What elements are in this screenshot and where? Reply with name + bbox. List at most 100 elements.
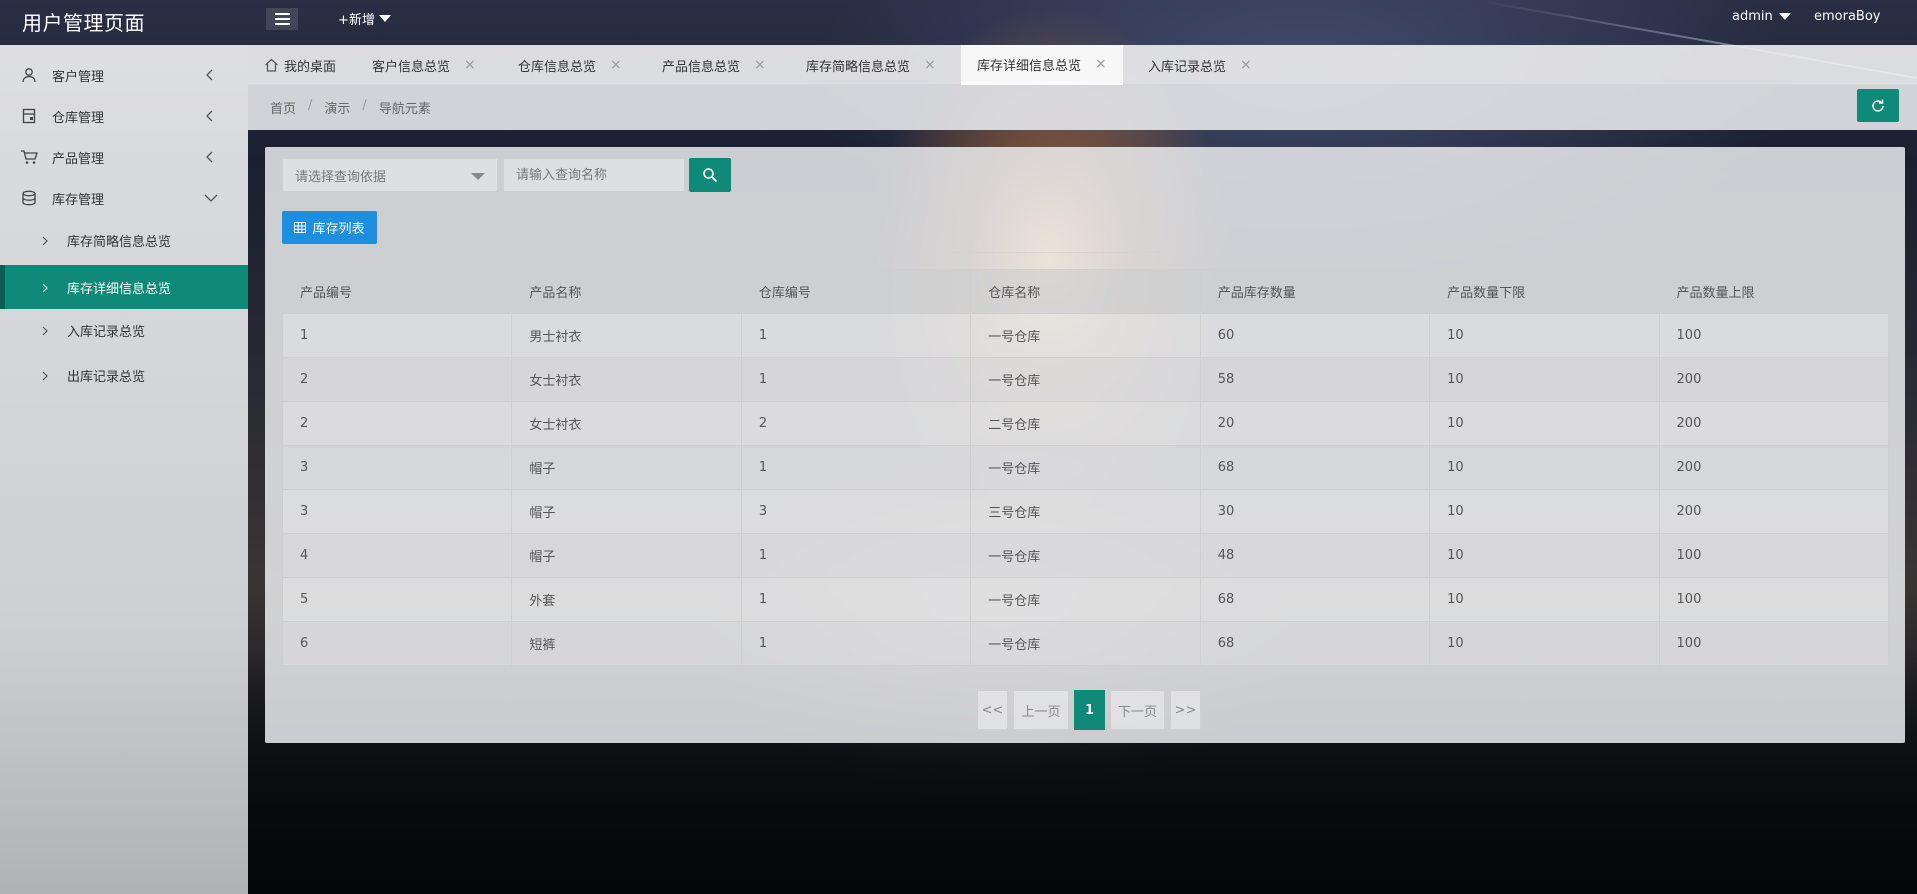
table-cell: 1 <box>740 577 972 622</box>
table-cell: 200 <box>1658 401 1890 446</box>
cart-icon <box>20 148 38 166</box>
table-cell: 10 <box>1429 577 1660 622</box>
table-cell: 一号仓库 <box>970 357 1201 402</box>
tab-label: 我的桌面 <box>284 59 337 75</box>
table-cell: 1 <box>740 621 972 666</box>
table-cell: 100 <box>1658 533 1890 578</box>
column-header: 产品库存数量 <box>1199 269 1431 314</box>
home-icon <box>264 58 279 72</box>
table-cell: 一号仓库 <box>970 445 1201 490</box>
user-icon <box>20 66 38 84</box>
close-icon[interactable]: × <box>754 57 766 73</box>
table-cell: 1 <box>740 313 972 358</box>
table-cell: 10 <box>1429 445 1660 490</box>
close-icon[interactable]: × <box>610 57 622 73</box>
table-cell: 2 <box>281 357 513 402</box>
table-cell: 20 <box>1199 401 1431 446</box>
refresh-button[interactable] <box>1857 89 1899 122</box>
table-cell: 100 <box>1658 621 1890 666</box>
table-cell: 三号仓库 <box>970 489 1201 534</box>
breadcrumb: 首页 / 演示 / 导航元素 <box>270 98 431 117</box>
table-cell: 10 <box>1429 357 1660 402</box>
sidebar-item-products[interactable]: 产品管理 <box>0 140 248 174</box>
sidebar-subitem-label: 入库记录总览 <box>67 324 146 340</box>
column-header: 产品名称 <box>511 269 742 314</box>
caret-down-icon <box>378 15 391 22</box>
close-icon[interactable]: × <box>1240 57 1252 73</box>
inventory-table: 产品编号 产品名称 仓库编号 仓库名称 产品库存数量 产品数量下限 产品数量上限… <box>281 269 1890 666</box>
inventory-panel: 请选择查询依据 库存列表 产品编号 产品名称 仓库编号 仓库名称 产品库存数量 … <box>265 147 1905 743</box>
sidebar-subitem-inventory-summary[interactable]: 库存简略信息总览 <box>0 220 248 260</box>
close-icon[interactable]: × <box>464 57 476 73</box>
sidebar-subitem-inventory-detail[interactable]: 库存详细信息总览 <box>0 265 248 309</box>
sidebar-item-inventory[interactable]: 库存管理 <box>0 181 248 215</box>
new-menu-label: +新增 <box>338 13 375 28</box>
breadcrumb-separator: / <box>308 98 313 113</box>
hamburger-icon <box>274 18 290 20</box>
new-menu[interactable]: +新增 <box>338 9 391 28</box>
column-header: 仓库编号 <box>740 269 972 314</box>
menu-toggle-button[interactable] <box>266 8 298 30</box>
tab-label: 库存简略信息总览 <box>806 59 911 75</box>
table-row: 6 短裤 1 一号仓库 68 10 100 <box>281 621 1890 666</box>
tab-inventory-detail[interactable]: 库存详细信息总览 × <box>961 45 1123 85</box>
refresh-icon <box>1870 98 1886 114</box>
page-number-button[interactable]: 1 <box>1074 690 1105 730</box>
breadcrumb-item: 导航元素 <box>378 102 431 117</box>
table-cell: 60 <box>1199 313 1431 358</box>
table-cell: 帽子 <box>511 445 742 490</box>
breadcrumb-item[interactable]: 演示 <box>324 98 350 117</box>
user-menu[interactable]: admin <box>1732 9 1791 24</box>
first-page-button[interactable]: << <box>977 690 1008 730</box>
breadcrumb-separator: / <box>362 98 367 113</box>
last-page-button[interactable]: >> <box>1170 690 1201 730</box>
sidebar-subitem-outbound-records[interactable]: 出库记录总览 <box>0 355 248 395</box>
tab-label: 库存详细信息总览 <box>977 58 1082 74</box>
tab-bar: 我的桌面 客户信息总览 × 仓库信息总览 × 产品信息总览 × 库存简略信息总览… <box>248 45 1917 85</box>
table-cell: 帽子 <box>511 533 742 578</box>
inventory-list-button[interactable]: 库存列表 <box>282 211 377 244</box>
table-cell: 1 <box>740 357 972 402</box>
table-cell: 2 <box>740 401 972 446</box>
username[interactable]: emoraBoy <box>1814 9 1881 24</box>
table-body: 1 男士衬衣 1 一号仓库 60 10 100 2 女士衬衣 1 一号仓库 58 10 200 2 女士衬衣 2… <box>281 313 1890 666</box>
column-header: 产品数量上限 <box>1658 269 1890 314</box>
tab-inbound-records[interactable]: 入库记录总览 × <box>1148 45 1252 85</box>
tab-customer-overview[interactable]: 客户信息总览 × <box>372 45 476 85</box>
close-icon[interactable]: × <box>924 57 936 73</box>
tab-inventory-summary[interactable]: 库存简略信息总览 × <box>806 45 936 85</box>
table-row: 2 女士衬衣 1 一号仓库 58 10 200 <box>281 357 1890 402</box>
table-cell: 帽子 <box>511 489 742 534</box>
chevron-left-icon <box>204 110 216 122</box>
table-cell: 3 <box>281 445 513 490</box>
search-icon <box>702 167 718 183</box>
close-icon[interactable]: × <box>1095 56 1107 72</box>
search-button[interactable] <box>689 158 731 192</box>
column-header: 产品数量下限 <box>1429 269 1660 314</box>
tab-product-overview[interactable]: 产品信息总览 × <box>662 45 766 85</box>
query-criteria-select[interactable]: 请选择查询依据 <box>282 158 498 192</box>
next-page-button[interactable]: 下一页 <box>1110 690 1165 730</box>
table-cell: 二号仓库 <box>970 401 1201 446</box>
sidebar-item-warehouses[interactable]: 仓库管理 <box>0 99 248 133</box>
query-name-input[interactable] <box>503 158 685 192</box>
table-cell: 58 <box>1199 357 1431 402</box>
sidebar-subitem-inbound-records[interactable]: 入库记录总览 <box>0 310 248 350</box>
table-cell: 女士衬衣 <box>511 401 742 446</box>
sidebar-item-customers[interactable]: 客户管理 <box>0 58 248 92</box>
table-cell: 10 <box>1429 533 1660 578</box>
breadcrumb-item[interactable]: 首页 <box>270 98 296 117</box>
sidebar-item-label: 仓库管理 <box>52 110 105 126</box>
chevron-left-icon <box>204 69 216 81</box>
app-title: 用户管理页面 <box>22 11 145 35</box>
table-cell: 10 <box>1429 621 1660 666</box>
table-cell: 200 <box>1658 357 1890 402</box>
table-cell: 6 <box>281 621 513 666</box>
table-cell: 一号仓库 <box>970 313 1201 358</box>
table-cell: 男士衬衣 <box>511 313 742 358</box>
sidebar-subitem-label: 库存详细信息总览 <box>67 281 172 297</box>
table-cell: 10 <box>1429 313 1660 358</box>
tab-warehouse-overview[interactable]: 仓库信息总览 × <box>518 45 622 85</box>
prev-page-button[interactable]: 上一页 <box>1013 690 1069 730</box>
tab-my-desktop[interactable]: 我的桌面 <box>264 45 336 85</box>
